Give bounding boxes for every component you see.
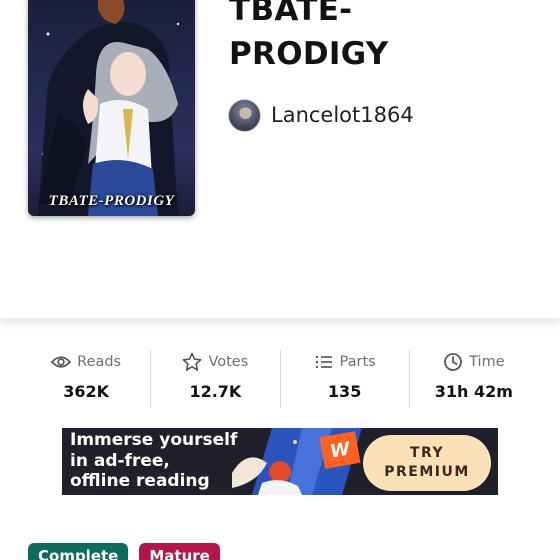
story-header: TBATE-PRODIGY TBATE- PRODIGY Lancelot186… (0, 0, 560, 318)
cover-title-text: TBATE-PRODIGY (48, 193, 175, 209)
stat-parts-value: 135 (327, 382, 362, 401)
author-link[interactable]: Lancelot1864 (228, 98, 414, 132)
star-icon (182, 352, 202, 372)
eye-icon (51, 352, 72, 372)
stat-parts-label: Parts (339, 354, 376, 370)
story-tags: Complete Mature (28, 543, 220, 560)
tag-complete[interactable]: Complete (28, 543, 129, 560)
stat-parts: Parts 135 (281, 350, 410, 408)
stat-time: Time 31h 42m (410, 350, 538, 408)
clock-icon (443, 352, 463, 372)
try-premium-button[interactable]: TRY PREMIUM (363, 435, 491, 491)
cover-artwork (38, 0, 180, 216)
wattpad-logo-icon: W (319, 431, 361, 469)
author-name[interactable]: Lancelot1864 (271, 103, 414, 127)
avatar-image (235, 106, 256, 131)
stat-reads: Reads 362K (22, 350, 152, 408)
stat-votes-value: 12.7K (189, 382, 242, 401)
stat-reads-label: Reads (77, 354, 122, 370)
stat-time-value: 31h 42m (434, 382, 513, 401)
ad-headline: Immerse yourself in ad-free, offline rea… (70, 430, 238, 491)
stat-reads-value: 362K (63, 382, 110, 401)
story-cover-image[interactable]: TBATE-PRODIGY (28, 0, 195, 216)
story-title: TBATE- PRODIGY (229, 0, 389, 72)
list-icon (314, 352, 334, 372)
stat-votes: Votes 12.7K (151, 350, 281, 408)
author-avatar[interactable] (228, 98, 261, 132)
stat-votes-label: Votes (208, 354, 249, 370)
stat-time-label: Time (469, 354, 505, 370)
tag-mature[interactable]: Mature (139, 543, 220, 560)
story-stats: Reads 362K Votes 12.7K Parts 135 Time 31… (22, 350, 538, 408)
